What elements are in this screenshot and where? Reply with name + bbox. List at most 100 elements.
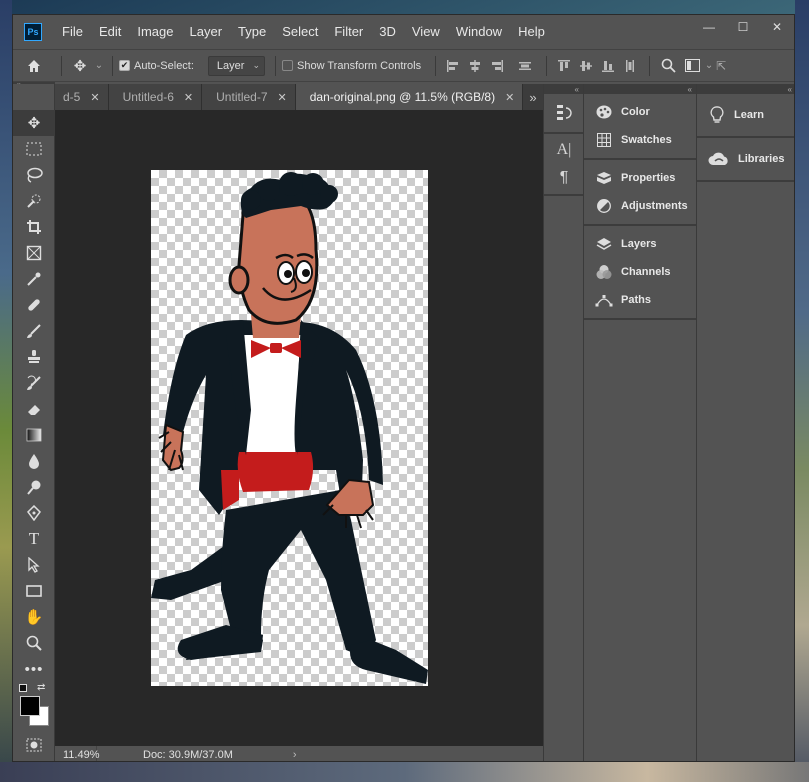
menu-layer[interactable]: Layer — [182, 15, 231, 49]
panel-libraries[interactable]: Libraries — [697, 142, 794, 176]
blur-tool-icon[interactable] — [13, 448, 55, 474]
align-horizontal-center-icon[interactable] — [464, 49, 486, 82]
character-icon[interactable]: A| — [544, 136, 584, 164]
clone-stamp-tool-icon[interactable] — [13, 344, 55, 370]
app-logo[interactable]: Ps — [24, 23, 42, 41]
eraser-tool-icon[interactable] — [13, 396, 55, 422]
zoom-level[interactable]: 11.49% — [55, 746, 100, 761]
align-vertical-center-icon[interactable] — [575, 49, 597, 82]
history-group — [544, 94, 583, 134]
tab-untitled-6[interactable]: Untitled-6 ✕ — [108, 84, 203, 110]
rectangle-tool-icon[interactable] — [13, 578, 55, 604]
close-icon[interactable]: ✕ — [184, 91, 193, 104]
path-selection-tool-icon[interactable] — [13, 552, 55, 578]
panel-label: Swatches — [621, 134, 672, 146]
panel-column-collapse[interactable]: « — [584, 84, 696, 94]
maximize-button[interactable]: ☐ — [726, 15, 760, 39]
home-icon[interactable] — [13, 49, 55, 82]
dodge-tool-icon[interactable] — [13, 474, 55, 500]
menu-window[interactable]: Window — [448, 15, 510, 49]
menu-edit[interactable]: Edit — [91, 15, 129, 49]
align-left-icon[interactable] — [442, 49, 464, 82]
panel-swatches[interactable]: Swatches — [584, 126, 696, 154]
auto-select-checkbox[interactable]: ✔ — [119, 60, 130, 71]
brush-tool-icon[interactable] — [13, 318, 55, 344]
desktop-background-bottom — [0, 762, 809, 782]
auto-select-target-select[interactable]: Layer ⌄ — [207, 55, 265, 76]
move-tool-preset-icon[interactable]: ✥ — [68, 49, 92, 82]
panel-label: Learn — [734, 109, 764, 121]
status-menu-arrow-icon[interactable]: › — [293, 749, 297, 761]
pen-tool-icon[interactable] — [13, 500, 55, 526]
align-bottom-icon[interactable] — [597, 49, 619, 82]
menu-3d[interactable]: 3D — [371, 15, 404, 49]
quick-mask-icon[interactable] — [13, 734, 55, 756]
document-canvas[interactable] — [151, 170, 428, 686]
panel-label: Color — [621, 106, 650, 118]
foreground-color-swatch[interactable] — [20, 696, 40, 716]
zoom-tool-icon[interactable] — [13, 630, 55, 656]
history-icon[interactable] — [544, 96, 584, 130]
hand-tool-icon[interactable]: ✋ — [13, 604, 55, 630]
tabs-overflow-button[interactable]: » — [523, 84, 543, 110]
tab-label: Untitled-7 — [216, 90, 268, 104]
history-brush-tool-icon[interactable] — [13, 370, 55, 396]
tab-untitled-7[interactable]: Untitled-7 ✕ — [202, 84, 296, 110]
paragraph-icon[interactable]: ¶ — [544, 164, 584, 192]
type-group: A| ¶ — [544, 134, 583, 196]
close-button[interactable]: ✕ — [760, 15, 794, 39]
distribute-icon[interactable] — [514, 49, 536, 82]
close-icon[interactable]: ✕ — [90, 91, 99, 104]
panel-paths[interactable]: Paths — [584, 286, 696, 314]
panel-adjustments[interactable]: Adjustments — [584, 192, 696, 220]
chevron-down-icon[interactable]: ⌄ — [92, 49, 106, 82]
distribute-vertical-icon[interactable] — [619, 49, 641, 82]
swap-colors-icon[interactable]: ⇄ — [37, 682, 45, 693]
panel-layers[interactable]: Layers — [584, 230, 696, 258]
menu-view[interactable]: View — [404, 15, 448, 49]
chevron-down-icon[interactable]: ⌄ — [704, 49, 714, 82]
align-right-icon[interactable] — [486, 49, 508, 82]
menu-file[interactable]: File — [54, 15, 91, 49]
panel-channels[interactable]: Channels — [584, 258, 696, 286]
close-icon[interactable]: ✕ — [278, 91, 287, 104]
tab-d-5[interactable]: d-5 ✕ — [55, 84, 109, 110]
search-icon[interactable] — [656, 49, 680, 82]
panel-right-collapse[interactable]: « — [697, 84, 794, 94]
tab-dan-original[interactable]: dan-original.png @ 11.5% (RGB/8) ✕ — [295, 84, 524, 110]
default-colors-icon[interactable] — [19, 684, 27, 692]
quick-selection-tool-icon[interactable] — [13, 188, 55, 214]
minimize-button[interactable]: — — [692, 15, 726, 39]
panel-color[interactable]: Color — [584, 98, 696, 126]
move-tool-icon[interactable]: ✥ — [13, 110, 55, 136]
menu-type[interactable]: Type — [230, 15, 274, 49]
align-top-icon[interactable] — [553, 49, 575, 82]
workspace-icon[interactable] — [680, 49, 704, 82]
document-info: Doc: 30.9M/37.0M — [143, 748, 233, 761]
marquee-tool-icon[interactable] — [13, 136, 55, 162]
menu-image[interactable]: Image — [129, 15, 181, 49]
double-chevron-left-icon: « — [687, 84, 692, 94]
frame-tool-icon[interactable] — [13, 240, 55, 266]
panel-learn[interactable]: Learn — [697, 98, 794, 132]
more-tools-icon[interactable]: ••• — [13, 656, 55, 682]
canvas-area[interactable] — [55, 110, 543, 746]
menu-select[interactable]: Select — [274, 15, 326, 49]
eyedropper-tool-icon[interactable] — [13, 266, 55, 292]
healing-brush-tool-icon[interactable] — [13, 292, 55, 318]
panel-strip-collapse[interactable]: « — [544, 84, 583, 94]
panel-properties[interactable]: Properties — [584, 164, 696, 192]
palette-icon — [594, 102, 614, 122]
type-tool-icon[interactable]: T — [13, 526, 55, 552]
close-icon[interactable]: ✕ — [505, 91, 514, 104]
show-transform-checkbox[interactable] — [282, 60, 293, 71]
properties-icon — [594, 168, 614, 188]
gradient-tool-icon[interactable] — [13, 422, 55, 448]
chevron-down-icon: ⌄ — [252, 60, 260, 70]
color-group: Color Swatches — [584, 94, 696, 160]
lasso-tool-icon[interactable] — [13, 162, 55, 188]
menu-filter[interactable]: Filter — [326, 15, 371, 49]
menu-help[interactable]: Help — [510, 15, 553, 49]
share-icon[interactable]: ⇱ — [714, 49, 728, 82]
crop-tool-icon[interactable] — [13, 214, 55, 240]
